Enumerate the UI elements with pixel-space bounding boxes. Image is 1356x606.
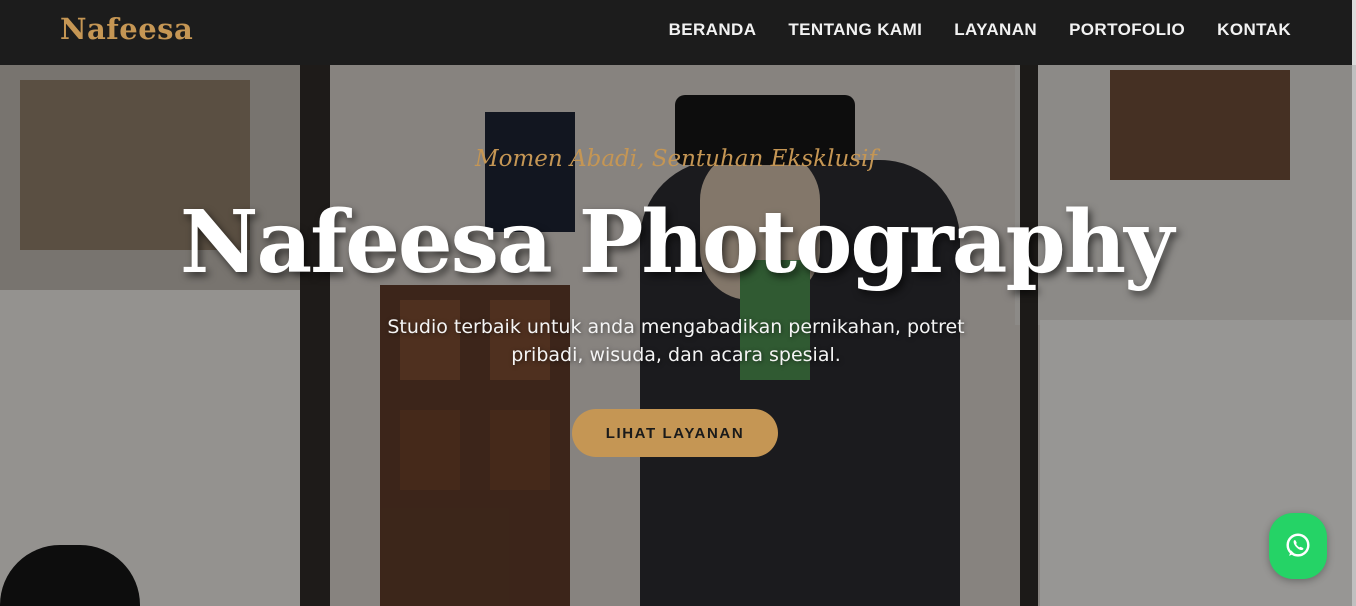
whatsapp-chat-button[interactable] xyxy=(1269,513,1327,579)
top-navbar: Nafeesa BERANDA TENTANG KAMI LAYANAN POR… xyxy=(0,0,1352,65)
hero-dark-overlay xyxy=(0,0,1352,606)
hero-tagline: Momen Abadi, Sentuhan Eksklusif xyxy=(475,146,877,172)
brand-logo[interactable]: Nafeesa xyxy=(60,12,193,46)
hero-section xyxy=(0,0,1352,606)
nav-item-beranda[interactable]: BERANDA xyxy=(669,20,757,40)
page-scrollbar-thumb[interactable] xyxy=(1352,65,1356,606)
hero-description: Studio terbaik untuk anda mengabadikan p… xyxy=(387,316,965,366)
nav-item-tentang-kami[interactable]: TENTANG KAMI xyxy=(788,20,922,40)
hero-title: Nafeesa Photography xyxy=(179,192,1174,293)
nav-item-kontak[interactable]: KONTAK xyxy=(1217,20,1291,40)
nav-item-layanan[interactable]: LAYANAN xyxy=(954,20,1037,40)
view-services-button[interactable]: LIHAT LAYANAN xyxy=(572,409,778,457)
main-nav: BERANDA TENTANG KAMI LAYANAN PORTOFOLIO … xyxy=(669,20,1291,40)
whatsapp-icon xyxy=(1286,533,1310,557)
nav-item-portofolio[interactable]: PORTOFOLIO xyxy=(1069,20,1185,40)
